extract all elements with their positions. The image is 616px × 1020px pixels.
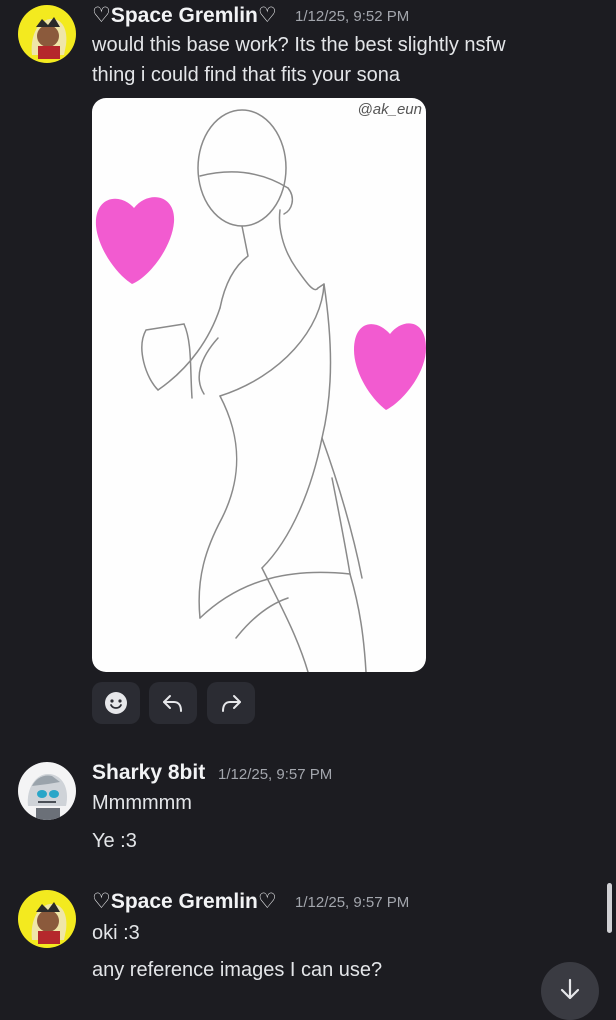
- image-watermark: @ak_eun: [357, 101, 422, 118]
- reply-icon: [163, 695, 182, 712]
- message-text: any reference images I can use?: [92, 959, 383, 981]
- message-timestamp: 1/12/25, 9:57 PM: [295, 894, 410, 911]
- message-timestamp: 1/12/25, 9:57 PM: [218, 766, 333, 783]
- forward-button[interactable]: [207, 682, 255, 724]
- image-attachment[interactable]: @ak_eun: [92, 98, 426, 672]
- arrow-down-icon: [560, 978, 580, 1000]
- avatar[interactable]: [18, 762, 76, 820]
- reply-button[interactable]: [149, 682, 197, 724]
- forward-icon: [222, 695, 241, 712]
- sketch-image: [95, 109, 426, 672]
- add-reaction-button[interactable]: [92, 682, 140, 724]
- message-author[interactable]: Sharky 8bit: [92, 761, 205, 785]
- heart-sticker: [354, 323, 426, 410]
- add-reaction-icon: [105, 692, 127, 714]
- message-author[interactable]: ♡Space Gremlin♡: [92, 889, 277, 914]
- jump-to-bottom-button[interactable]: [541, 962, 599, 1020]
- message-text: oki :3: [92, 922, 140, 944]
- message-author[interactable]: ♡Space Gremlin♡: [92, 3, 277, 28]
- scrollbar[interactable]: [607, 883, 612, 933]
- avatar[interactable]: [18, 890, 76, 948]
- heart-sticker: [95, 197, 175, 284]
- message-text: would this base work? Its the best sligh…: [92, 34, 506, 56]
- message-text: thing i could find that fits your sona: [92, 64, 400, 86]
- message-text: Mmmmmm: [92, 792, 192, 814]
- avatar[interactable]: [18, 5, 76, 63]
- message-timestamp: 1/12/25, 9:52 PM: [295, 8, 410, 25]
- message-text: Ye :3: [92, 830, 137, 852]
